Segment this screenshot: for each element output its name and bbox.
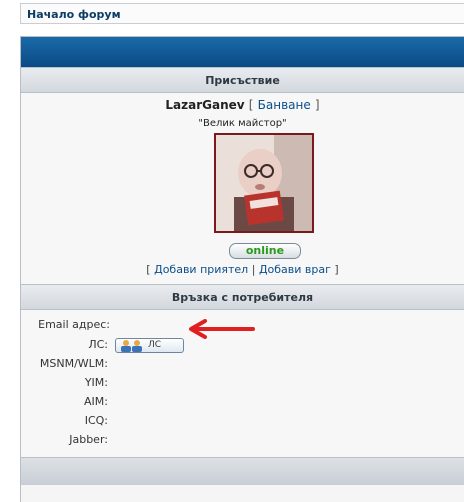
profile-section: LazarGanev [ Банване ] "Велик майстор" o… xyxy=(21,93,464,284)
user-rank: "Велик майстор" xyxy=(198,118,287,129)
pm-row: ЛС: xyxy=(21,336,464,354)
username-line: LazarGanev [ Банване ] xyxy=(21,98,464,112)
aim-label: AIM: xyxy=(84,395,108,408)
icq-row: ICQ: xyxy=(21,412,464,430)
contact-section: Email адрес: ЛС: ЛС MSNM/WLM: YIM: AIM: xyxy=(21,310,464,457)
pm-button-label: ЛС xyxy=(148,340,162,350)
avatar xyxy=(214,133,314,233)
yim-row: YIM: xyxy=(21,374,464,392)
ban-link[interactable]: Банване xyxy=(258,98,311,112)
ban-bracket-open: [ xyxy=(248,98,254,112)
contact-header: Връзка с потребителя xyxy=(21,284,464,310)
ban-bracket-close: ] xyxy=(314,98,320,112)
aim-row: AIM: xyxy=(21,393,464,411)
online-status-badge: online xyxy=(229,243,301,259)
avatar-image xyxy=(216,135,312,231)
links-separator: | xyxy=(251,263,256,276)
header-bar xyxy=(21,37,464,67)
footer-row xyxy=(21,484,464,502)
relationship-links: [ Добави приятел | Добави враг ] xyxy=(21,263,464,276)
forum-home-link[interactable]: Начало форум xyxy=(27,8,121,21)
links-bracket-close: ] xyxy=(334,263,339,276)
add-enemy-link[interactable]: Добави враг xyxy=(259,263,331,276)
footer-bar xyxy=(21,457,464,484)
pm-button[interactable]: ЛС xyxy=(115,338,184,353)
msn-label: MSNM/WLM: xyxy=(39,357,108,370)
msn-row: MSNM/WLM: xyxy=(21,355,464,373)
yim-label: YIM: xyxy=(84,376,108,389)
jabber-row: Jabber: xyxy=(21,431,464,449)
icq-label: ICQ: xyxy=(84,414,108,427)
links-bracket-open: [ xyxy=(146,263,151,276)
jabber-label: Jabber: xyxy=(69,433,108,446)
username: LazarGanev xyxy=(165,98,245,112)
email-label: Email адрес: xyxy=(38,318,110,331)
users-icon xyxy=(121,340,142,352)
pm-label: ЛС: xyxy=(88,338,108,351)
profile-panel: Присъствие LazarGanev [ Банване ] "Велик… xyxy=(20,36,464,502)
breadcrumb-bar: Начало форум xyxy=(20,3,464,24)
add-friend-link[interactable]: Добави приятел xyxy=(154,263,248,276)
presence-header: Присъствие xyxy=(21,67,464,93)
